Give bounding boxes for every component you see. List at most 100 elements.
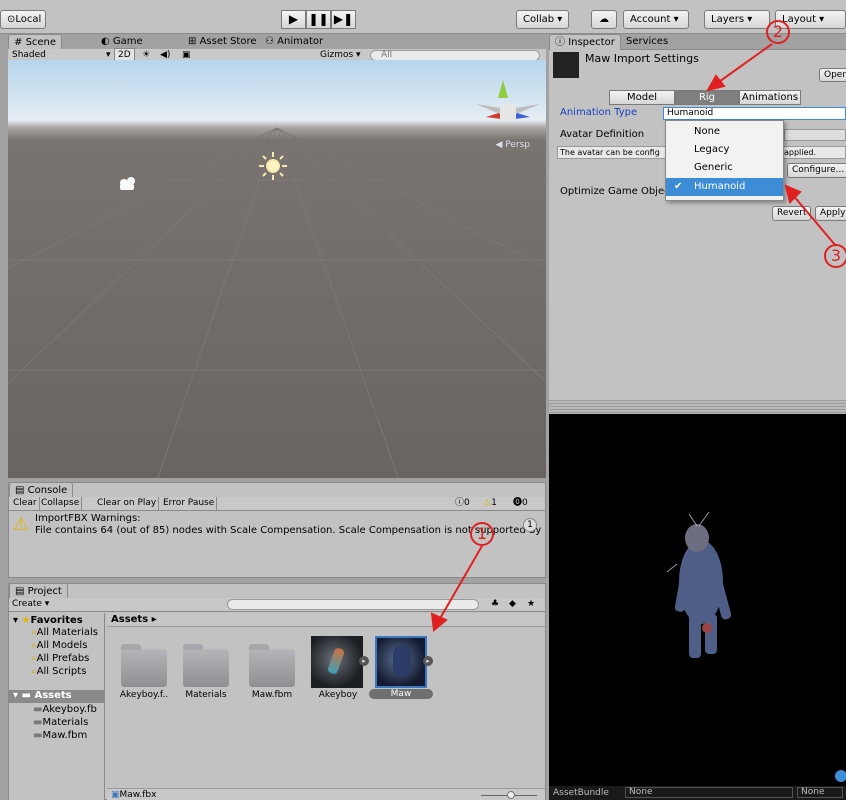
clear-button[interactable]: Clear xyxy=(11,497,40,510)
account-button[interactable]: Account ▾ xyxy=(623,10,689,29)
apply-button[interactable]: Apply xyxy=(815,206,846,221)
asset-label-selected[interactable]: Maw xyxy=(369,689,433,699)
tab-model[interactable]: Model xyxy=(609,90,675,105)
project-tree: ▾ ★Favorites ⌕All Materials ⌕All Models … xyxy=(9,613,105,800)
configure-button[interactable]: Configure... xyxy=(787,163,846,178)
orientation-gizmo-icon xyxy=(476,80,540,120)
create-dropdown[interactable]: Create ▾ xyxy=(12,598,49,611)
menu-item-humanoid[interactable]: ✔ Humanoid xyxy=(666,178,783,196)
warning-count-toggle[interactable]: ⚠1 xyxy=(483,497,497,510)
collab-button[interactable]: Collab ▾ xyxy=(516,10,570,29)
persp-label[interactable]: ◀ Persp xyxy=(495,140,530,150)
folder-icon: ▬ xyxy=(21,690,31,701)
tab-asset-store[interactable]: ⊞ Asset Store xyxy=(183,34,262,50)
character-icon xyxy=(326,647,346,675)
favorite-all-prefabs[interactable]: ⌕All Prefabs xyxy=(31,653,89,664)
revert-button[interactable]: Revert xyxy=(772,206,812,221)
clear-on-play-button[interactable]: Clear on Play xyxy=(95,497,160,510)
console-panel: ▤ Console Clear Collapse Clear on Play E… xyxy=(8,482,546,578)
play-icon: ▶ xyxy=(288,12,299,26)
model-preview-panel[interactable]: AssetBundle None None xyxy=(549,414,846,800)
tree-item-maw-fbm[interactable]: ▬Maw.fbm xyxy=(33,730,87,741)
tab-rig[interactable]: Rig xyxy=(675,90,739,105)
tree-item-materials[interactable]: ▬Materials xyxy=(33,717,88,728)
play-button[interactable]: ▶ xyxy=(281,10,306,29)
folder-icon[interactable] xyxy=(121,644,167,687)
project-footer: ▣Maw.fbx xyxy=(107,788,545,800)
expand-arrow-icon[interactable]: ▸ xyxy=(359,656,369,666)
info-icon: ⓘ xyxy=(455,498,465,508)
tab-inspector[interactable]: ⓘ Inspector xyxy=(549,34,621,50)
avatar-definition-label: Avatar Definition xyxy=(560,129,645,140)
camera-icon xyxy=(120,177,135,190)
annotation-step-1: 1 xyxy=(470,522,494,546)
tab-animations[interactable]: Animations xyxy=(739,90,801,105)
cloud-services-button[interactable]: ☁ xyxy=(591,10,617,29)
filter-type-icon[interactable]: ♣ xyxy=(491,598,499,611)
scene-tab-bar: # Scene ◐ Game ⊞ Asset Store ⚇ Animator xyxy=(8,34,546,50)
assets-node[interactable]: ▾ ▬ Assets xyxy=(9,690,105,703)
favorite-all-materials[interactable]: ⌕All Materials xyxy=(31,627,98,638)
menu-item-generic[interactable]: Generic xyxy=(666,159,783,177)
slider-thumb[interactable] xyxy=(507,791,515,799)
asset-label[interactable]: Materials xyxy=(175,690,237,700)
pause-icon: ❚❚ xyxy=(308,12,329,26)
folder-icon[interactable] xyxy=(183,644,229,687)
menu-item-legacy[interactable]: Legacy xyxy=(666,141,783,159)
annotation-step-3: 3 xyxy=(824,244,846,268)
tab-services[interactable]: Services xyxy=(621,34,673,50)
layers-button[interactable]: Layers ▾ xyxy=(704,10,770,29)
light-icon xyxy=(259,152,287,180)
asset-label[interactable]: Maw.fbm xyxy=(241,690,303,700)
avatar-definition-dropdown[interactable] xyxy=(784,129,846,141)
expand-arrow-icon[interactable]: ▸ xyxy=(423,656,433,666)
console-log-entry[interactable]: ⚠ ImportFBX Warnings: File contains 64 (… xyxy=(9,512,545,542)
model-thumbnail-maw[interactable] xyxy=(375,636,427,688)
model-thumbnail-akeyboy[interactable] xyxy=(311,636,363,688)
collapse-button[interactable]: Collapse xyxy=(39,497,83,510)
open-button[interactable]: Open xyxy=(819,68,846,82)
preview-header-grip[interactable] xyxy=(549,400,846,414)
project-toolbar: Create ▾ ♣ ◆ ★ xyxy=(9,598,545,612)
favorites-node[interactable]: ▾ ★Favorites xyxy=(13,615,83,626)
asset-label[interactable]: Akeyboy xyxy=(307,690,369,700)
project-search-input[interactable] xyxy=(227,599,479,610)
asset-label[interactable]: Akeyboy.f.. xyxy=(113,690,175,700)
assetbundle-dropdown[interactable]: None xyxy=(625,787,793,798)
console-toolbar: Clear Collapse Clear on Play Error Pause… xyxy=(9,497,545,511)
error-icon: ⓿ xyxy=(513,498,523,508)
inspector-tab-bar: ⓘ Inspector Services xyxy=(549,34,846,50)
tab-project[interactable]: ▤ Project xyxy=(9,583,68,599)
asset-thumbnail xyxy=(553,52,579,78)
main-toolbar: ⊙Local ▶ ❚❚ ▶❚ Collab ▾ ☁ Account ▾ Laye… xyxy=(0,0,846,34)
info-count-toggle[interactable]: ⓘ0 xyxy=(455,497,470,510)
menu-item-none[interactable]: None xyxy=(666,123,783,141)
local-button[interactable]: ⊙Local xyxy=(0,10,46,29)
step-button[interactable]: ▶❚ xyxy=(331,10,356,29)
inspector-title: Maw Import Settings xyxy=(585,52,699,65)
tab-scene[interactable]: # Scene xyxy=(8,34,63,50)
tab-animator[interactable]: ⚇ Animator xyxy=(260,34,328,50)
project-panel: ▤ Project Create ▾ ♣ ◆ ★ ▾ ★Favorites ⌕A… xyxy=(8,583,546,800)
favorite-all-models[interactable]: ⌕All Models xyxy=(31,640,87,651)
checkmark-icon: ✔ xyxy=(674,181,683,192)
annotation-step-2: 2 xyxy=(766,20,790,44)
error-pause-button[interactable]: Error Pause xyxy=(161,497,218,510)
favorite-star-icon[interactable]: ★ xyxy=(527,598,535,611)
favorite-all-scripts[interactable]: ⌕All Scripts xyxy=(31,666,86,677)
pause-button[interactable]: ❚❚ xyxy=(306,10,331,29)
filter-label-icon[interactable]: ◆ xyxy=(509,598,516,611)
cloud-icon: ☁ xyxy=(599,14,609,25)
preview-settings-icon[interactable] xyxy=(835,770,846,782)
breadcrumb[interactable]: Assets ▸ xyxy=(107,613,545,627)
folder-icon[interactable] xyxy=(249,644,295,687)
variant-dropdown[interactable]: None xyxy=(797,787,843,798)
tab-console[interactable]: ▤ Console xyxy=(9,482,74,498)
warning-icon: ⚠ xyxy=(13,514,30,535)
error-count-toggle[interactable]: ⓿0 xyxy=(513,497,528,510)
inspector-panel: ⓘ Inspector Services Maw Import Settings… xyxy=(549,34,846,404)
animation-type-dropdown[interactable]: Humanoid xyxy=(663,107,846,120)
tree-item-akeyboy[interactable]: ▬Akeyboy.fb xyxy=(33,704,97,715)
character-icon xyxy=(393,646,411,676)
scene-viewport[interactable]: ◀ Persp xyxy=(8,60,546,478)
